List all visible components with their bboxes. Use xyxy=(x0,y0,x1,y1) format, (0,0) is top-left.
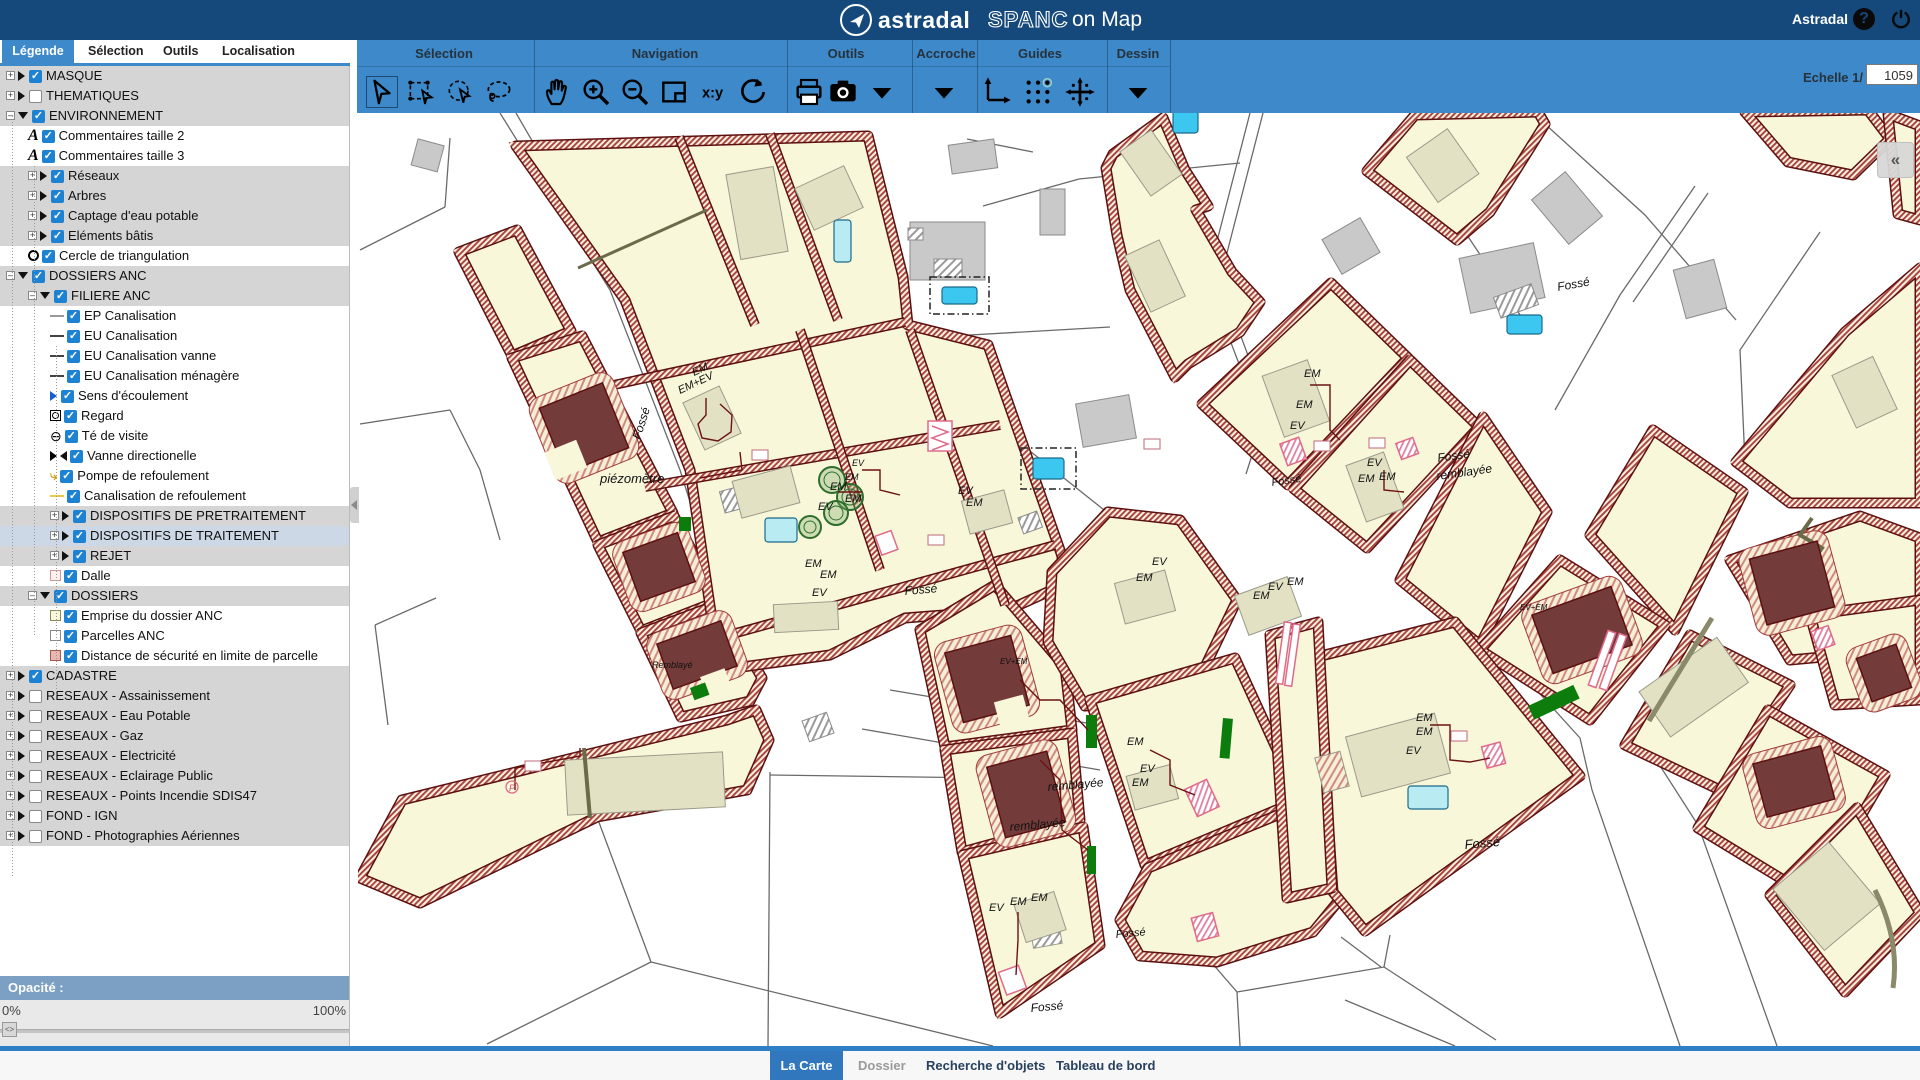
svg-text:piézomètre: piézomètre xyxy=(599,471,664,486)
svg-text:EM: EM xyxy=(845,493,862,505)
svg-text:EM: EM xyxy=(1010,896,1027,908)
svg-text:Fossé: Fossé xyxy=(904,581,938,598)
svg-text:EM: EM xyxy=(966,497,983,509)
svg-text:EV: EV xyxy=(812,587,828,599)
svg-text:EV: EV xyxy=(1268,581,1284,593)
svg-text:EM: EM xyxy=(1379,471,1396,483)
svg-text:x:y: x:y xyxy=(702,85,724,101)
svg-text:P: P xyxy=(509,783,515,793)
svg-text:Fossé: Fossé xyxy=(1030,998,1064,1015)
svg-text:EV: EV xyxy=(1367,457,1383,469)
svg-text:EM: EM xyxy=(820,569,837,581)
svg-text:EM: EM xyxy=(1127,736,1144,748)
svg-text:EM: EM xyxy=(1358,473,1375,485)
svg-text:EM: EM xyxy=(1304,368,1321,380)
svg-text:EM: EM xyxy=(845,472,859,482)
svg-text:EV+EM: EV+EM xyxy=(1000,657,1028,666)
svg-text:EV: EV xyxy=(852,458,865,468)
svg-text:EM: EM xyxy=(1296,399,1313,411)
svg-text:Remblayé: Remblayé xyxy=(652,660,693,670)
svg-text:EV: EV xyxy=(1152,556,1168,568)
svg-text:EV+EM: EV+EM xyxy=(1520,603,1548,612)
svg-text:EM: EM xyxy=(1416,726,1433,738)
svg-text:EM: EM xyxy=(1416,712,1433,724)
svg-text:EV: EV xyxy=(989,902,1005,914)
svg-text:EM: EM xyxy=(1031,892,1048,904)
svg-text:EV: EV xyxy=(1406,745,1422,757)
svg-text:EV: EV xyxy=(1290,420,1306,432)
svg-text:EV: EV xyxy=(1140,763,1156,775)
svg-text:EM: EM xyxy=(830,481,847,493)
svg-text:EV: EV xyxy=(818,501,834,513)
svg-text:EV: EV xyxy=(958,485,974,497)
svg-text:Fossé: Fossé xyxy=(1464,834,1501,852)
svg-text:EM: EM xyxy=(1136,572,1153,584)
svg-text:EM: EM xyxy=(1132,777,1149,789)
svg-text:EM: EM xyxy=(1287,576,1304,588)
